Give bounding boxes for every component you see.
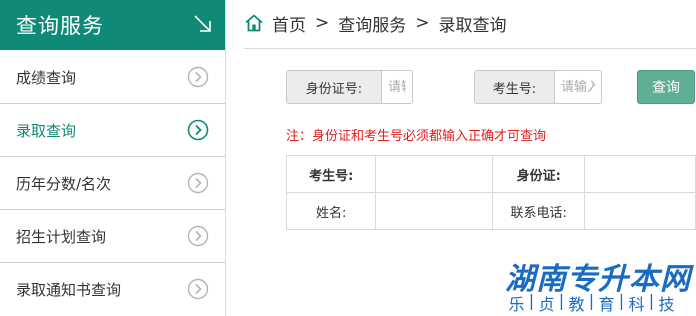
notice-text: 注：身份证和考生号必须都输入正确才可查询 <box>286 129 547 144</box>
sidebar: 查询服务 成绩查询 录取查询 历年分数/名次 招生计划查询 录取通知书查询 <box>0 0 226 316</box>
chevron-right-circle-icon <box>187 278 209 300</box>
exam-number-field: 考生号: <box>474 70 602 104</box>
watermark-divider: | <box>648 291 655 310</box>
watermark-char: 乐 <box>508 295 525 314</box>
table-row: 考生号: 身份证: <box>285 155 696 193</box>
id-number-field: 身份证号: <box>286 70 413 104</box>
sidebar-item-admission[interactable]: 录取查询 <box>0 104 225 157</box>
name-value <box>375 192 494 230</box>
chevron-right-circle-icon <box>187 172 209 194</box>
divider <box>244 48 696 49</box>
exam-number-value <box>375 155 494 193</box>
sidebar-item-label: 招生计划查询 <box>16 228 107 246</box>
exam-number-label: 考生号: <box>475 71 555 103</box>
breadcrumb-separator: > <box>315 13 330 33</box>
phone-header: 联系电话: <box>492 192 585 230</box>
breadcrumb-separator: > <box>415 13 430 33</box>
watermark-divider: | <box>558 291 565 310</box>
home-icon[interactable] <box>244 13 264 33</box>
sidebar-header: 查询服务 <box>0 0 225 50</box>
result-table: 考生号: 身份证: 姓名: 联系电话: <box>285 155 696 230</box>
sidebar-item-label: 成绩查询 <box>16 69 77 87</box>
sidebar-item-label: 录取查询 <box>16 122 77 140</box>
watermark-char: 育 <box>598 295 615 314</box>
watermark-subtitle: 乐 | 贞 | 教 | 育 | 科 | 技 <box>505 291 678 315</box>
breadcrumb-current: 录取查询 <box>438 15 507 36</box>
breadcrumb: 首页 > 查询服务 > 录取查询 <box>244 11 507 36</box>
sidebar-item-history[interactable]: 历年分数/名次 <box>0 157 225 210</box>
chevron-right-circle-icon <box>187 66 209 88</box>
watermark-char: 教 <box>568 295 585 314</box>
watermark-char: 技 <box>658 295 675 314</box>
breadcrumb-query-services[interactable]: 查询服务 <box>338 11 406 36</box>
query-button[interactable]: 查询 <box>637 70 695 104</box>
sidebar-item-letter[interactable]: 录取通知书查询 <box>0 263 225 316</box>
watermark-char: 贞 <box>538 295 555 314</box>
id-number-label: 身份证号: <box>287 71 382 103</box>
chevron-right-circle-icon <box>187 225 209 247</box>
sidebar-item-label: 录取通知书查询 <box>16 281 122 299</box>
collapse-arrow-icon[interactable] <box>193 14 213 34</box>
id-card-header: 身份证: <box>492 155 585 193</box>
sidebar-item-plan[interactable]: 招生计划查询 <box>0 210 225 263</box>
sidebar-title: 查询服务 <box>16 14 104 38</box>
name-header: 姓名: <box>285 192 377 230</box>
id-number-input[interactable] <box>382 71 412 103</box>
watermark-divider: | <box>618 291 625 310</box>
breadcrumb-home[interactable]: 首页 <box>272 11 306 36</box>
exam-number-header: 考生号: <box>285 155 377 193</box>
sidebar-item-score[interactable]: 成绩查询 <box>0 51 225 104</box>
table-row: 姓名: 联系电话: <box>285 192 696 230</box>
watermark-char: 科 <box>628 295 645 314</box>
sidebar-item-label: 历年分数/名次 <box>16 175 112 193</box>
exam-number-input[interactable] <box>555 71 601 103</box>
phone-value <box>583 192 696 230</box>
chevron-right-circle-icon <box>187 119 209 141</box>
id-card-value <box>583 155 696 193</box>
watermark-divider: | <box>528 291 535 310</box>
watermark-divider: | <box>588 291 595 310</box>
